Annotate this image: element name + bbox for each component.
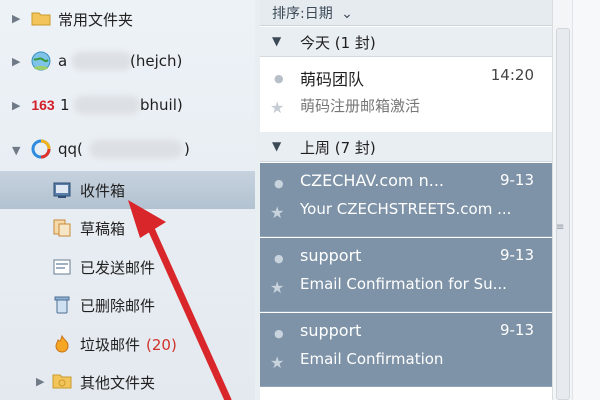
mail-subject: Email Confirmation for Su... bbox=[300, 275, 507, 293]
folder-label: 其他文件夹 bbox=[80, 374, 156, 392]
folder-label: 垃圾邮件 (20) bbox=[80, 336, 177, 354]
folder-inbox[interactable]: 收件箱 bbox=[0, 171, 255, 209]
group-header-last-week[interactable]: ▼ 上周 (7 封) bbox=[260, 132, 552, 162]
mail-item[interactable]: ● ★ support 9-13 Email Confirmation bbox=[260, 313, 552, 387]
account-label-visible: a bbox=[58, 52, 68, 70]
mail-subject: Your CZECHSTREETS.com ... bbox=[300, 200, 512, 218]
unread-dot-icon[interactable]: ● bbox=[274, 327, 284, 340]
message-list: 排序:日期 ⌄ ▼ 今天 (1 封) ● ★ 萌码团队 14:20 萌码注册邮箱… bbox=[260, 0, 552, 400]
common-folders-row[interactable]: ▶ 常用文件夹 bbox=[0, 0, 255, 36]
folder-label: 收件箱 bbox=[80, 182, 126, 200]
mail-item[interactable]: ● ★ 萌码团队 14:20 萌码注册邮箱激活 bbox=[260, 58, 552, 132]
mail-date: 9-13 bbox=[499, 171, 534, 189]
common-folders-label: 常用文件夹 bbox=[58, 11, 134, 29]
mail-sender: support bbox=[300, 246, 362, 265]
star-icon[interactable]: ★ bbox=[270, 98, 284, 117]
reading-pane-edge bbox=[572, 0, 600, 400]
mail-sender: CZECHAV.com n... bbox=[300, 171, 444, 190]
unread-dot-icon[interactable]: ● bbox=[274, 72, 284, 85]
mail-date: 14:20 bbox=[490, 66, 534, 84]
mail-date: 9-13 bbox=[499, 246, 534, 264]
redacted-text bbox=[72, 52, 132, 70]
redacted-text bbox=[90, 140, 182, 158]
account-row-2[interactable]: ▶ 163 1 bhuil) bbox=[0, 87, 255, 123]
spam-icon bbox=[52, 334, 72, 354]
scroll-thumb[interactable] bbox=[556, 28, 570, 400]
star-icon[interactable]: ★ bbox=[270, 203, 284, 222]
star-icon[interactable]: ★ bbox=[270, 278, 284, 297]
account-label-prefix: 1 bbox=[60, 96, 70, 114]
account-row-1[interactable]: ▶ a (hejch) bbox=[0, 43, 255, 79]
group-header-today[interactable]: ▼ 今天 (1 封) bbox=[260, 27, 552, 57]
folder-label: 已删除邮件 bbox=[80, 297, 156, 315]
globe-icon bbox=[30, 50, 52, 72]
folder-other[interactable]: ▶ 其他文件夹 bbox=[0, 363, 255, 400]
collapse-triangle-icon[interactable]: ▼ bbox=[12, 144, 20, 157]
folder-label: 草稿箱 bbox=[80, 220, 126, 238]
account-label-suffix: bhuil) bbox=[140, 96, 183, 114]
sent-icon bbox=[52, 257, 72, 277]
mail-subject: Email Confirmation bbox=[300, 350, 444, 368]
folder-sent[interactable]: 已发送邮件 bbox=[0, 248, 255, 286]
unread-dot-icon[interactable]: ● bbox=[274, 177, 284, 190]
grip-icon: ≡ bbox=[556, 222, 565, 233]
star-icon[interactable]: ★ bbox=[270, 353, 284, 372]
group-label: 今天 (1 封) bbox=[300, 34, 376, 52]
mail-date: 9-13 bbox=[499, 321, 534, 339]
folder-spam[interactable]: 垃圾邮件 (20) bbox=[0, 325, 255, 363]
sort-dropdown[interactable]: 排序:日期 ⌄ bbox=[260, 0, 552, 26]
qq-ring-icon bbox=[30, 138, 52, 160]
mail-item[interactable]: ● ★ support 9-13 Email Confirmation for … bbox=[260, 238, 552, 312]
163-icon: 163 bbox=[31, 97, 55, 113]
collapse-triangle-icon[interactable]: ▼ bbox=[272, 139, 281, 153]
folder-deleted[interactable]: 已删除邮件 bbox=[0, 286, 255, 324]
chevron-down-icon: ⌄ bbox=[341, 6, 353, 22]
expand-triangle-icon[interactable]: ▶ bbox=[36, 375, 44, 388]
account-label-suffix: ) bbox=[184, 140, 190, 158]
vertical-scrollbar[interactable]: ≡ bbox=[552, 0, 572, 400]
drafts-icon bbox=[52, 218, 72, 238]
collapse-triangle-icon[interactable]: ▼ bbox=[272, 34, 281, 48]
trash-icon bbox=[52, 295, 72, 315]
inbox-icon bbox=[52, 180, 72, 200]
account-label-prefix: qq( bbox=[58, 140, 83, 158]
sort-label: 排序:日期 bbox=[272, 6, 333, 22]
folder-icon bbox=[52, 372, 72, 392]
expand-triangle-icon[interactable]: ▶ bbox=[12, 12, 20, 25]
folder-label: 已发送邮件 bbox=[80, 259, 156, 277]
expand-triangle-icon[interactable]: ▶ bbox=[12, 55, 20, 68]
account-row-3[interactable]: ▼ qq( ) bbox=[0, 131, 255, 167]
unread-count-badge: (20) bbox=[146, 336, 177, 354]
mail-subject: 萌码注册邮箱激活 bbox=[300, 97, 421, 115]
folder-icon bbox=[30, 7, 52, 29]
folder-drafts[interactable]: 草稿箱 bbox=[0, 209, 255, 247]
folder-pane: ▶ 常用文件夹 ▶ a (hejch) ▶ 163 1 bhuil) ▼ qq(… bbox=[0, 0, 255, 400]
redacted-text bbox=[74, 96, 140, 114]
expand-triangle-icon[interactable]: ▶ bbox=[12, 99, 20, 112]
group-label: 上周 (7 封) bbox=[300, 139, 376, 157]
mail-sender: support bbox=[300, 321, 362, 340]
mail-item[interactable]: ● ★ CZECHAV.com n... 9-13 Your CZECHSTRE… bbox=[260, 163, 552, 237]
unread-dot-icon[interactable]: ● bbox=[274, 252, 284, 265]
account-label-suffix: (hejch) bbox=[130, 52, 183, 70]
mail-sender: 萌码团队 bbox=[300, 70, 365, 89]
